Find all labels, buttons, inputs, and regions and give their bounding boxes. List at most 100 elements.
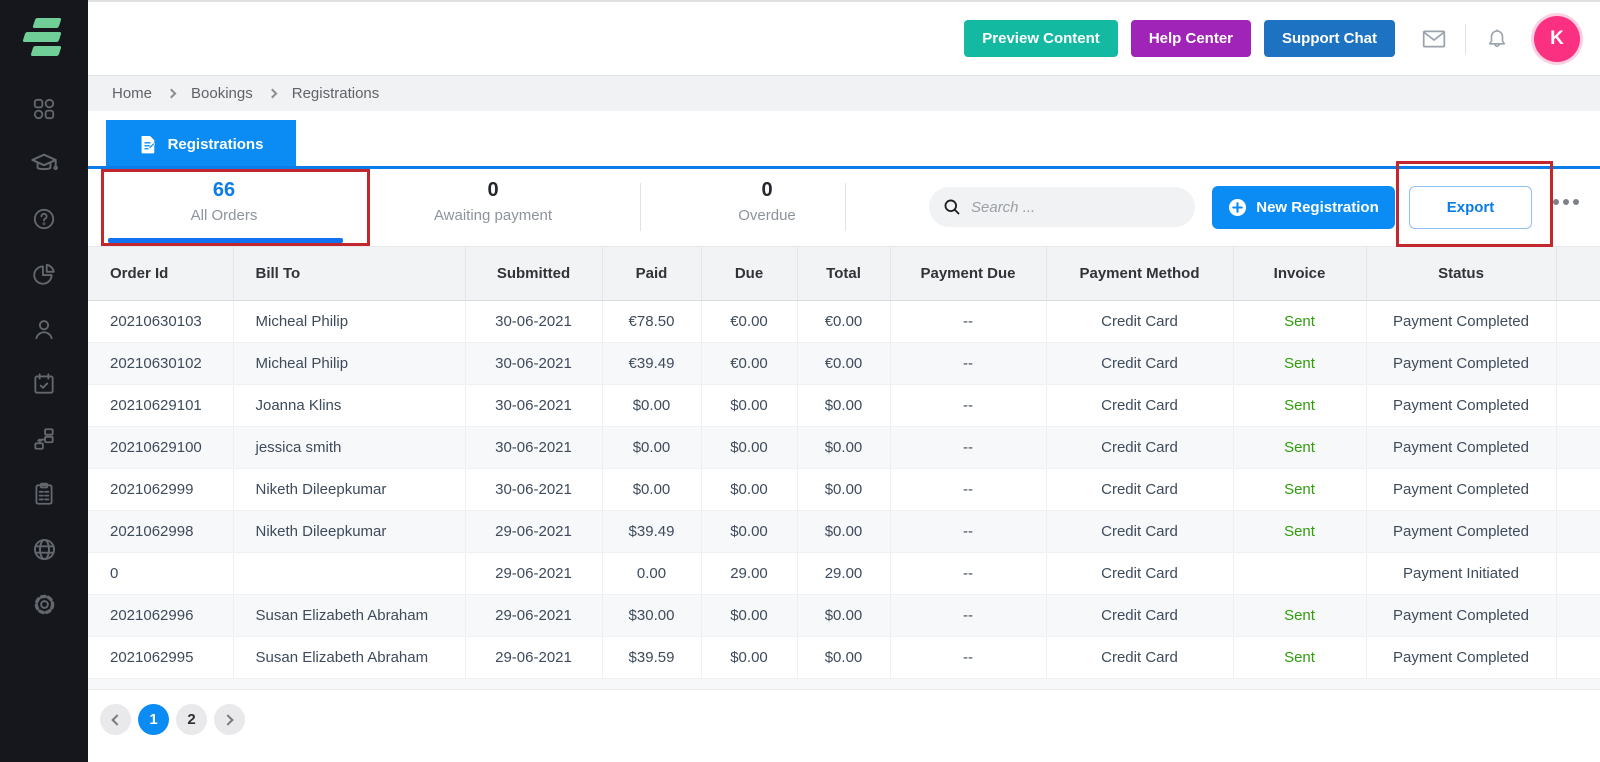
cell-payment-method: Credit Card: [1046, 426, 1234, 469]
logo-bar: [22, 32, 62, 42]
cell-total: $0.00: [797, 510, 891, 553]
cell-paid: $0.00: [602, 468, 702, 511]
more-options-icon[interactable]: [1553, 199, 1579, 205]
col-bill-to[interactable]: Bill To: [233, 246, 466, 301]
col-payment-due[interactable]: Payment Due: [890, 246, 1047, 301]
cell-order-id: 20210629100: [88, 426, 234, 469]
sidebar-item-courses[interactable]: [22, 149, 66, 179]
new-registration-button[interactable]: New Registration: [1212, 186, 1395, 229]
cell-status: Payment Completed: [1366, 342, 1557, 385]
table-row[interactable]: 2021062996 Susan Elizabeth Abraham 29-06-2…: [88, 594, 1600, 637]
table-row[interactable]: 2021062995 Susan Elizabeth Abraham 29-06-2…: [88, 636, 1600, 679]
cell-order-id: 20210630103: [88, 300, 234, 343]
sidebar-item-automation[interactable]: [22, 424, 66, 454]
cell-spacer: [1556, 426, 1600, 469]
cell-paid: $30.00: [602, 594, 702, 637]
col-submitted[interactable]: Submitted: [465, 246, 603, 301]
pagination-page-2[interactable]: 2: [176, 704, 207, 735]
dashboard-grid-icon: [33, 98, 55, 120]
sidebar-item-users[interactable]: [22, 314, 66, 344]
sidebar-item-forms[interactable]: [22, 479, 66, 509]
cell-payment-due: --: [890, 636, 1047, 679]
bell-icon[interactable]: [1484, 26, 1510, 52]
search-input[interactable]: [971, 198, 1171, 216]
col-status[interactable]: Status: [1366, 246, 1557, 301]
cell-due: $0.00: [701, 468, 798, 511]
sidebar-item-dashboard[interactable]: [22, 94, 66, 124]
breadcrumb-home[interactable]: Home: [112, 85, 152, 102]
table-row[interactable]: 20210630102 Micheal Philip 30-06-2021 €39.4…: [88, 342, 1600, 385]
cell-due: $0.00: [701, 636, 798, 679]
cell-spacer: [1556, 636, 1600, 679]
col-invoice[interactable]: Invoice: [1233, 246, 1367, 301]
table-row[interactable]: 20210630103 Micheal Philip 30-06-2021 €78.5…: [88, 300, 1600, 343]
stat-awaiting-payment[interactable]: 0 Awaiting payment: [383, 179, 603, 224]
help-center-button[interactable]: Help Center: [1130, 20, 1251, 57]
cell-order-id: 20210629101: [88, 384, 234, 427]
table-row[interactable]: 20210629101 Joanna Klins 30-06-2021 $0.00 $0…: [88, 384, 1600, 427]
table-header: Order Id Bill To Submitted Paid Due Tota…: [88, 246, 1600, 301]
workflow-icon: [34, 428, 54, 450]
pagination-page-1[interactable]: 1: [138, 704, 169, 735]
sidebar-item-settings[interactable]: [22, 589, 66, 619]
cell-bill-to: Niketh Dileepkumar: [233, 510, 466, 553]
table-row[interactable]: 2021062999 Niketh Dileepkumar 30-06-2021 $0…: [88, 468, 1600, 511]
cell-status: Payment Completed: [1366, 426, 1557, 469]
table-row[interactable]: 2021062998 Niketh Dileepkumar 29-06-2021 $3…: [88, 510, 1600, 553]
col-paid[interactable]: Paid: [602, 246, 702, 301]
cell-order-id: 0: [88, 552, 234, 595]
cell-invoice: Sent: [1233, 594, 1367, 637]
table-row[interactable]: 20210629100 jessica smith 30-06-2021 $0.00 $…: [88, 426, 1600, 469]
cell-invoice: Sent: [1233, 426, 1367, 469]
cell-total: $0.00: [797, 426, 891, 469]
cell-invoice: Sent: [1233, 342, 1367, 385]
stat-divider: [845, 183, 846, 231]
cell-total: $0.00: [797, 468, 891, 511]
breadcrumb-registrations[interactable]: Registrations: [292, 85, 380, 102]
col-total[interactable]: Total: [797, 246, 891, 301]
stat-all-orders[interactable]: 66 All Orders: [114, 179, 334, 224]
preview-content-button[interactable]: Preview Content: [964, 20, 1118, 57]
cell-total: $0.00: [797, 384, 891, 427]
stat-overdue[interactable]: 0 Overdue: [657, 179, 877, 224]
sidebar-item-bookings[interactable]: [22, 369, 66, 399]
chevron-right-icon: [166, 88, 177, 99]
sidebar-item-reports[interactable]: [22, 259, 66, 289]
cell-invoice: [1233, 552, 1367, 595]
cell-invoice: Sent: [1233, 468, 1367, 511]
tab-registrations[interactable]: Registrations: [106, 120, 296, 169]
table-row[interactable]: 0 29-06-2021 0.00 29.00 29.00 -- Credit Card Pa…: [88, 552, 1600, 595]
support-chat-button[interactable]: Support Chat: [1264, 20, 1395, 57]
brand-logo[interactable]: [22, 16, 66, 62]
cell-paid: €78.50: [602, 300, 702, 343]
mail-icon[interactable]: [1421, 26, 1447, 52]
main-content: Preview Content Help Center Support Chat: [88, 0, 1600, 762]
col-payment-method[interactable]: Payment Method: [1046, 246, 1234, 301]
col-order-id[interactable]: Order Id: [88, 246, 234, 301]
avatar[interactable]: K: [1534, 15, 1580, 62]
cell-bill-to: jessica smith: [233, 426, 466, 469]
breadcrumb-bookings[interactable]: Bookings: [191, 85, 253, 102]
cell-payment-method: Credit Card: [1046, 300, 1234, 343]
col-spacer: [1556, 246, 1600, 301]
sidebar-item-website[interactable]: [22, 534, 66, 564]
cell-status: Payment Completed: [1366, 384, 1557, 427]
sidebar-item-help[interactable]: [22, 204, 66, 234]
cell-status: Payment Completed: [1366, 636, 1557, 679]
cell-payment-method: Credit Card: [1046, 510, 1234, 553]
cell-total: €0.00: [797, 342, 891, 385]
col-due[interactable]: Due: [701, 246, 798, 301]
cell-paid: €39.49: [602, 342, 702, 385]
cell-due: $0.00: [701, 426, 798, 469]
cell-payment-method: Credit Card: [1046, 594, 1234, 637]
export-button[interactable]: Export: [1409, 186, 1532, 229]
tab-label: Registrations: [167, 136, 264, 153]
cell-spacer: [1556, 510, 1600, 553]
topbar: Preview Content Help Center Support Chat: [88, 0, 1600, 75]
cell-invoice: Sent: [1233, 510, 1367, 553]
pagination-prev-button[interactable]: [100, 704, 131, 735]
cell-submitted: 30-06-2021: [465, 384, 603, 427]
chevron-right-icon: [267, 88, 278, 99]
gear-icon: [34, 594, 54, 614]
pagination-next-button[interactable]: [214, 704, 245, 735]
